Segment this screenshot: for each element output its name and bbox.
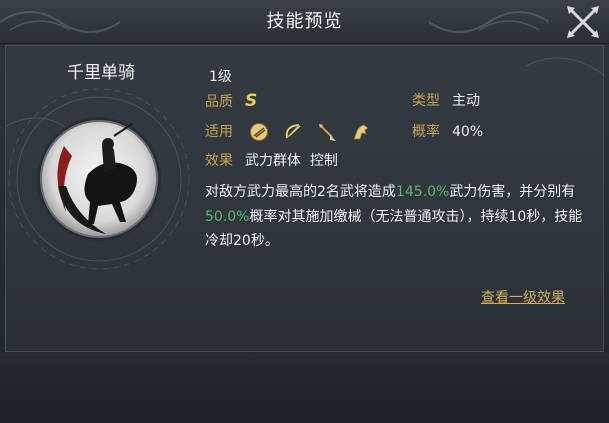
damage-percent: 145.0% <box>395 184 450 200</box>
skill-name: 千里单骑 <box>67 63 135 83</box>
rate-row: 概率 40% <box>412 122 483 142</box>
skill-portrait-icon <box>37 117 161 241</box>
type-value: 主动 <box>452 93 480 109</box>
header-bar: 技能预览 <box>0 0 609 44</box>
type-row: 类型 主动 <box>412 91 480 111</box>
description-text-1: 对敌方武力最高的2名武将造成 <box>205 184 396 200</box>
skill-level: 1级 <box>209 69 232 85</box>
effect-value: 武力群体 控制 <box>245 153 338 169</box>
horse-icon <box>353 124 370 140</box>
archer-icon <box>286 124 301 139</box>
skill-detail-panel: 千里单骑 1级 品质 S 类型 主动 适用 概率 40% 效果 武力群体 控制 … <box>5 45 605 352</box>
quality-value: S <box>245 91 258 111</box>
applicable-row: 适用 <box>205 122 371 142</box>
description-text-3: 概率对其施加缴械（无法普通攻击），持续10秒，技能冷却20秒。 <box>205 208 583 250</box>
disarm-chance: 50.0% <box>205 208 250 225</box>
bottom-area <box>0 353 609 423</box>
spear-icon <box>319 124 337 141</box>
skill-description: 对敌方武力最高的2名武将造成145.0%武力伤害，并分别有 50.0%概率对其施加… <box>205 180 585 254</box>
rate-value: 40% <box>452 124 484 140</box>
page-title: 技能预览 <box>266 11 343 32</box>
quality-label: 品质 <box>205 94 233 110</box>
applicable-label: 适用 <box>205 124 233 140</box>
close-icon <box>567 6 599 38</box>
skill-preview-window: 技能预览 千里单骑 1级 品质 S 类型 主动 适用 概率 40% 效果 武力群… <box>0 0 609 423</box>
description-text-2: 武力伤害，并分别有 <box>449 184 576 200</box>
effect-label: 效果 <box>205 153 233 169</box>
quality-row: 品质 S <box>205 91 257 112</box>
rate-label: 概率 <box>412 124 440 140</box>
effect-row: 效果 武力群体 控制 <box>205 151 338 171</box>
type-label: 类型 <box>412 93 440 109</box>
close-button[interactable] <box>557 0 609 44</box>
cavalry-icon <box>250 123 269 141</box>
view-level1-effect-link[interactable]: 查看一级效果 <box>481 287 565 307</box>
